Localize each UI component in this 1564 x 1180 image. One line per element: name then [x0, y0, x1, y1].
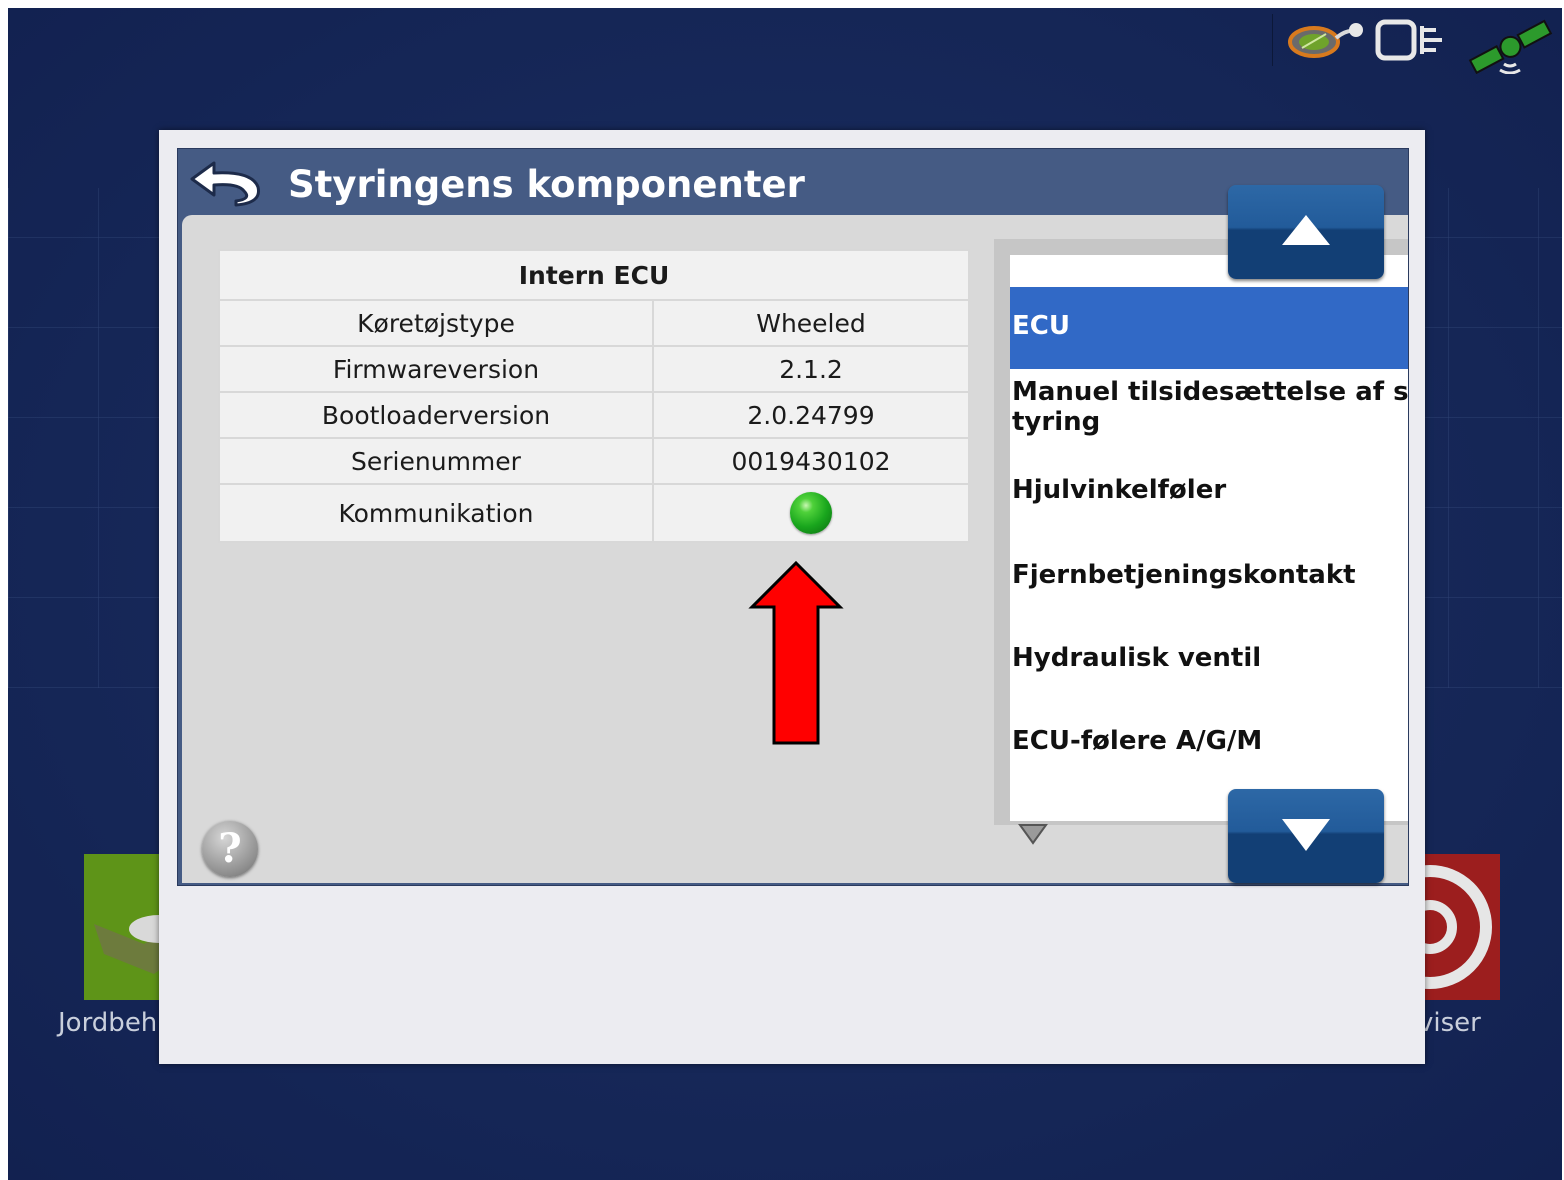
table-row: Bootloaderversion 2.0.24799 [218, 391, 970, 439]
table-header-row: Intern ECU [218, 249, 970, 301]
communication-status-indicator [790, 492, 832, 534]
row-label: Bootloaderversion [218, 391, 654, 439]
row-value: 2.0.24799 [652, 391, 970, 439]
list-item-remote-switch[interactable]: Fjernbetjeningskontakt [1010, 560, 1408, 600]
list-item-label: Hydraulisk ventil [1012, 643, 1262, 673]
table-row: Køretøjstype Wheeled [218, 299, 970, 347]
table-row: Firmwareversion 2.1.2 [218, 345, 970, 393]
red-annotation-arrow [748, 561, 844, 745]
row-value: 2.1.2 [652, 345, 970, 393]
dialog-title: Styringens komponenter [288, 163, 805, 206]
dialog-frame: Styringens komponenter Intern ECU Køretø… [177, 148, 1409, 886]
list-item-hydraulic-valve[interactable]: Hydraulisk ventil [1010, 643, 1408, 683]
app-label-left: Jordbeh [58, 1008, 158, 1038]
row-value: 0019430102 [652, 437, 970, 485]
ecu-module-icon[interactable] [1374, 18, 1450, 62]
table-row: Kommunikation [218, 483, 970, 543]
app-tile-steering[interactable] [1368, 854, 1500, 1000]
ecu-info-table: Intern ECU Køretøjstype Wheeled Firmware… [218, 249, 970, 543]
list-item-label: Fjernbetjeningskontakt [1012, 560, 1356, 590]
list-item-label: ECU-følere A/G/M [1012, 726, 1263, 756]
list-item-label-line2: tyring [1012, 407, 1101, 437]
row-value: Wheeled [652, 299, 970, 347]
gps-satellite-icon[interactable] [1464, 18, 1556, 74]
dialog-content: Intern ECU Køretøjstype Wheeled Firmware… [182, 215, 1408, 883]
table-header: Intern ECU [218, 249, 970, 301]
list-item-label: Hjulvinkelføler [1012, 475, 1227, 505]
row-label: Firmwareversion [218, 345, 654, 393]
list-item-label: Manuel tilsidesættelse af s [1012, 377, 1408, 407]
app-label-right: viser [1418, 1008, 1481, 1038]
list-item-manual-override[interactable]: Manuel tilsidesættelse af s tyring [1010, 377, 1408, 443]
scroll-up-button[interactable] [1228, 185, 1384, 279]
row-label: Kommunikation [218, 483, 654, 543]
status-bar [1272, 8, 1562, 74]
row-value [652, 483, 970, 543]
help-icon[interactable]: ? [202, 821, 258, 877]
list-item-ecu[interactable]: ECU [1010, 287, 1408, 369]
scroll-down-button[interactable] [1228, 789, 1384, 883]
back-button[interactable] [186, 155, 264, 207]
field-map-icon[interactable] [1286, 18, 1364, 60]
row-label: Køretøjstype [218, 299, 654, 347]
row-label: Serienummer [218, 437, 654, 485]
steering-wheel-icon [1368, 865, 1492, 989]
component-list[interactable]: ECU Manuel tilsidesættelse af s tyring H… [1010, 255, 1408, 821]
table-row: Serienummer 0019430102 [218, 437, 970, 485]
scroll-down-icon [1282, 819, 1330, 851]
list-item-label: ECU [1012, 311, 1070, 341]
back-arrow-icon [190, 161, 261, 207]
list-more-indicator-icon [1018, 824, 1048, 845]
list-item-ecu-sensors[interactable]: ECU-følere A/G/M [1010, 726, 1408, 766]
steering-components-dialog: Styringens komponenter Intern ECU Køretø… [159, 130, 1425, 1064]
scroll-up-icon [1282, 215, 1330, 245]
list-item-wheel-angle-sensor[interactable]: Hjulvinkelføler [1010, 475, 1408, 515]
status-divider [1272, 14, 1273, 66]
